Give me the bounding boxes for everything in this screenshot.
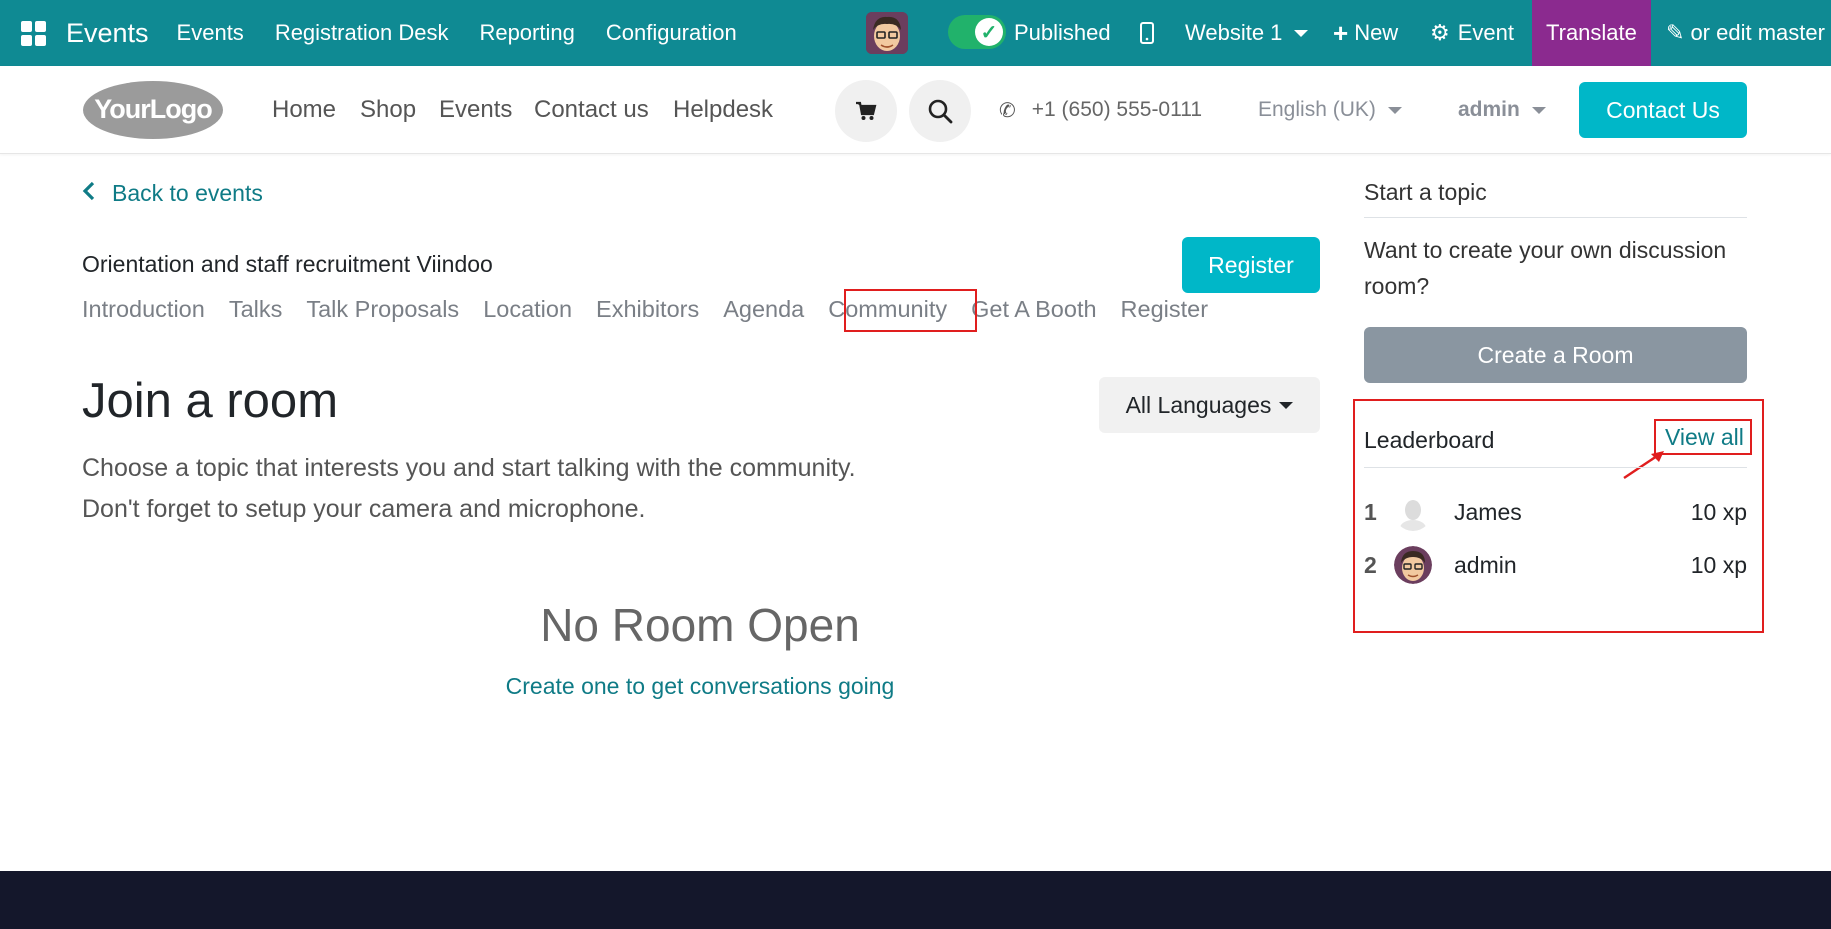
app-name[interactable]: Events [66, 18, 149, 49]
divider [1364, 467, 1747, 468]
chevron-down-icon [1531, 106, 1546, 114]
description-line-2: Don't forget to setup your camera and mi… [82, 495, 646, 523]
create-room-link[interactable]: Create one to get conversations going [400, 673, 1000, 700]
avatar [1394, 546, 1432, 584]
published-label: Published [1014, 20, 1111, 45]
annotation-arrow-icon [1623, 451, 1664, 479]
create-room-button[interactable]: Create a Room [1364, 327, 1747, 383]
check-icon: ✓ [975, 18, 1003, 46]
page-description: Choose a topic that interests you and st… [82, 448, 982, 530]
gear-icon: ⚙ [1430, 20, 1450, 45]
user-name: admin [1458, 98, 1520, 121]
nav-events[interactable]: Events [439, 66, 512, 154]
description-line-1: Choose a topic that interests you and st… [82, 454, 856, 482]
menu-registration-desk[interactable]: Registration Desk [275, 20, 449, 46]
register-button[interactable]: Register [1182, 237, 1320, 293]
nav-shop[interactable]: Shop [360, 66, 416, 154]
sidebar-start-topic-title: Start a topic [1364, 179, 1487, 205]
pencil-icon: ✎ [1666, 20, 1685, 45]
website-label: Website 1 [1185, 20, 1283, 45]
menu-reporting[interactable]: Reporting [479, 20, 574, 46]
chevron-down-icon [1279, 401, 1294, 409]
cart-icon[interactable] [835, 80, 897, 142]
nav-contact-us[interactable]: Contact us [534, 66, 649, 154]
event-label: Event [1457, 20, 1514, 45]
divider [1364, 217, 1747, 218]
language-filter-dropdown[interactable]: All Languages [1099, 377, 1320, 433]
page-footer [0, 871, 1831, 929]
nav-helpdesk[interactable]: Helpdesk [673, 66, 773, 154]
tab-location[interactable]: Location [483, 296, 572, 323]
tab-register[interactable]: Register [1121, 296, 1209, 323]
leaderboard-row[interactable]: 2 admin 10 xp [1364, 545, 1747, 585]
user-avatar[interactable] [866, 12, 908, 54]
new-label: New [1354, 20, 1399, 45]
leaderboard-title: Leaderboard [1364, 427, 1495, 453]
leaderboard-row[interactable]: 1 James 10 xp [1364, 492, 1747, 532]
company-logo[interactable]: YourLogo [82, 80, 224, 140]
chevron-down-icon [1294, 29, 1309, 37]
language-selector[interactable]: English (UK) [1258, 66, 1402, 154]
apps-menu-icon[interactable] [0, 0, 66, 66]
event-settings-button[interactable]: ⚙ Event [1430, 0, 1514, 66]
tab-get-a-booth[interactable]: Get A Booth [971, 296, 1096, 323]
svg-text:YourLogo: YourLogo [94, 94, 212, 124]
phone-link[interactable]: ✆ +1 (650) 555-0111 [999, 66, 1202, 154]
leader-name: admin [1454, 551, 1517, 578]
edit-master-button[interactable]: ✎ or edit master [1666, 0, 1825, 66]
leader-rank: 1 [1364, 498, 1377, 525]
contact-us-button[interactable]: Contact Us [1579, 82, 1747, 138]
menu-configuration[interactable]: Configuration [606, 20, 737, 46]
translate-button[interactable]: Translate [1532, 0, 1651, 66]
event-title: Orientation and staff recruitment Viindo… [82, 251, 493, 277]
plus-icon: + [1333, 17, 1349, 48]
new-button[interactable]: + New [1333, 0, 1398, 66]
nav-home[interactable]: Home [272, 66, 336, 154]
leader-xp: 10 xp [1690, 551, 1747, 578]
chevron-down-icon [1387, 106, 1402, 114]
sidebar-prompt: Want to create your own discussion room? [1364, 237, 1727, 299]
language-filter-label: All Languages [1125, 391, 1272, 418]
empty-state-title: No Room Open [540, 599, 860, 651]
published-toggle[interactable]: ✓ [948, 15, 1006, 49]
leader-rank: 2 [1364, 551, 1377, 578]
page-title: Join a room [82, 374, 339, 428]
site-header: YourLogo Home Shop Events Contact us Hel… [0, 66, 1831, 154]
tab-talk-proposals[interactable]: Talk Proposals [306, 296, 459, 323]
chevron-left-icon [82, 180, 96, 207]
tab-agenda[interactable]: Agenda [723, 296, 804, 323]
leader-xp: 10 xp [1690, 498, 1747, 525]
search-icon[interactable] [909, 80, 971, 142]
user-menu[interactable]: admin [1458, 66, 1546, 154]
phone-icon: ✆ [999, 99, 1016, 122]
avatar [1394, 493, 1432, 531]
tab-talks[interactable]: Talks [229, 296, 283, 323]
language-label: English (UK) [1258, 98, 1376, 121]
website-switcher[interactable]: Website 1 [1185, 0, 1309, 66]
back-to-events-link[interactable]: Back to events [82, 180, 263, 207]
leader-name: James [1454, 498, 1522, 525]
phone-number: +1 (650) 555-0111 [1031, 98, 1203, 121]
tab-exhibitors[interactable]: Exhibitors [596, 296, 699, 323]
tab-introduction[interactable]: Introduction [82, 296, 205, 323]
edit-label: or edit master [1690, 20, 1825, 45]
back-label: Back to events [112, 180, 263, 206]
mobile-preview-icon[interactable] [1140, 0, 1154, 66]
menu-events[interactable]: Events [177, 20, 244, 46]
community-highlight-box [844, 289, 977, 332]
event-tabs: Introduction Talks Talk Proposals Locati… [82, 296, 1232, 323]
